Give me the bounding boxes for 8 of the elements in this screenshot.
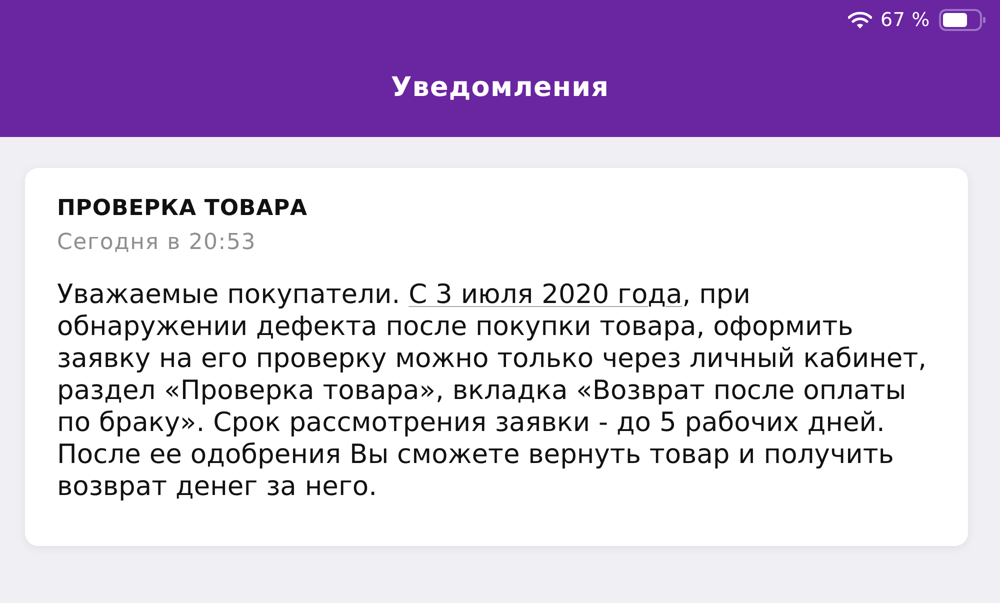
battery-icon: [939, 9, 986, 31]
notification-title: ПРОВЕРКА ТОВАРА: [57, 195, 308, 223]
notification-text: Уважаемые покупатели. С 3 июля 2020 года, при обнаружении дефекта после покупки товара, оформить заявку на его проверку можно только через личный кабинет, раздел «Проверка товара», вкладка «Возврат после оплаты по браку». Срок рассмотрения заявки - до 5 рабочих дней. После ее одобрения Вы сможете вернуть товар и получить возврат денег за него.: [57, 279, 928, 503]
date-link[interactable]: С 3 июля 2020 года: [408, 279, 682, 310]
wifi-icon: [848, 11, 872, 29]
notification-time: Сегодня в 20:53: [57, 229, 258, 257]
screen-title: Уведомления: [390, 72, 610, 103]
battery-percentage: 67 %: [880, 9, 930, 31]
